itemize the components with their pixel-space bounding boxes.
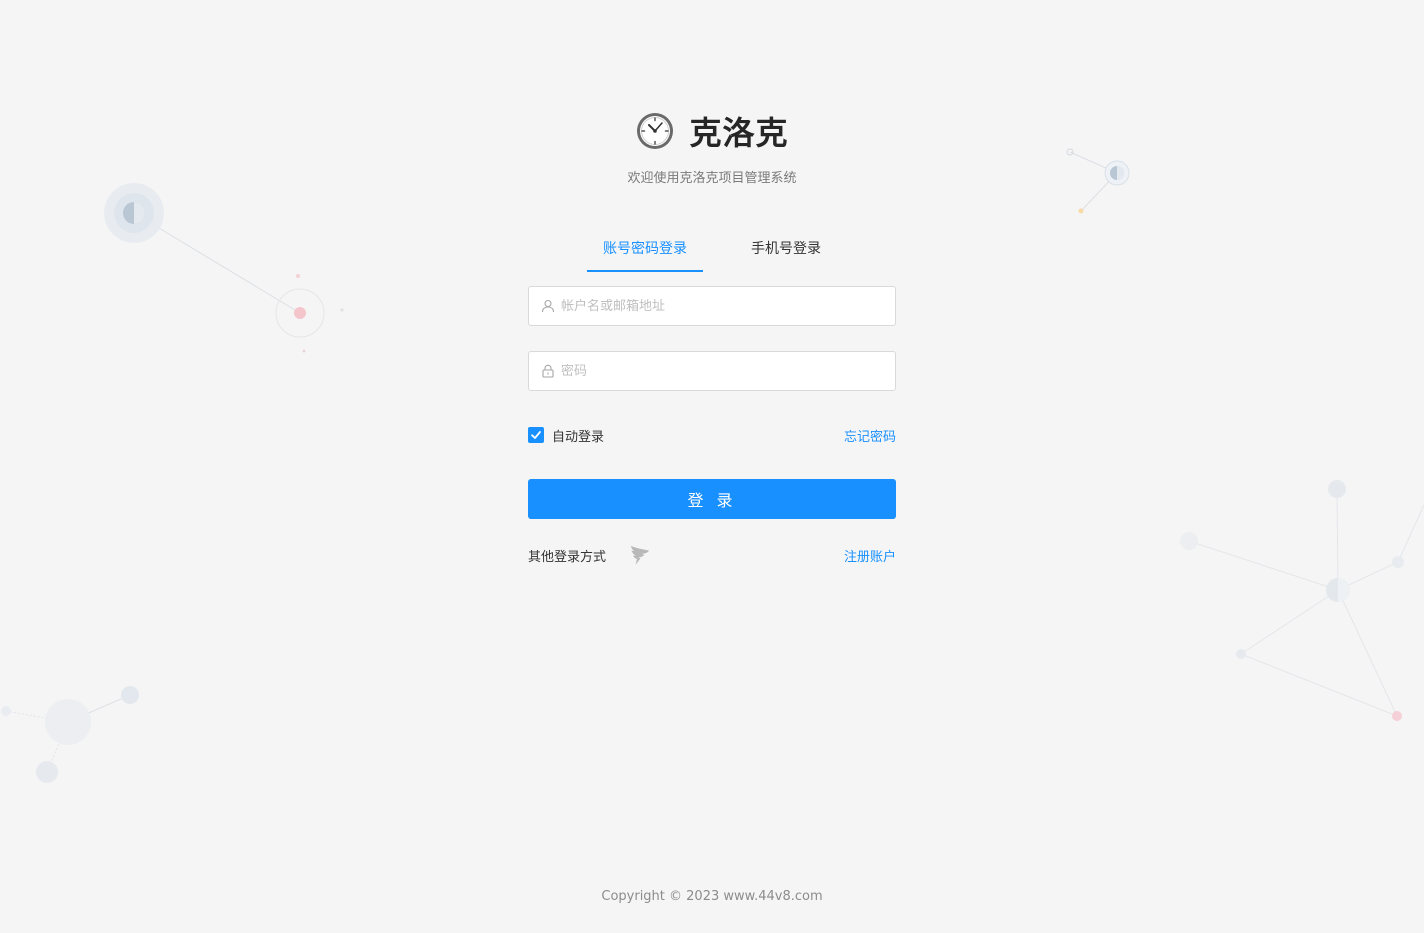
- login-page: 克洛克 欢迎使用克洛克项目管理系统 账号密码登录 手机号登录 帐户名或邮箱地址 …: [0, 0, 1424, 933]
- password-input[interactable]: [561, 363, 881, 379]
- user-icon: [541, 299, 555, 313]
- login-button[interactable]: 登 录: [528, 479, 896, 519]
- login-tabs: 账号密码登录 手机号登录: [528, 228, 896, 272]
- other-login-label: 其他登录方式: [528, 550, 607, 565]
- app-title: 克洛克: [689, 114, 789, 152]
- tab-account-password[interactable]: 账号密码登录: [587, 228, 703, 272]
- auto-login-checkbox[interactable]: [528, 427, 544, 443]
- other-login-row: 其他登录方式 注册账户: [528, 543, 896, 567]
- login-options-row: 自动登录 忘记密码: [528, 425, 896, 445]
- register-link[interactable]: 注册账户: [844, 546, 896, 565]
- auto-login-label[interactable]: 自动登录: [552, 426, 604, 445]
- forgot-password-link[interactable]: 忘记密码: [844, 426, 896, 445]
- tab-phone-login[interactable]: 手机号登录: [742, 228, 830, 270]
- app-subtitle: 欢迎使用克洛克项目管理系统: [627, 171, 797, 186]
- clock-icon: [635, 111, 675, 151]
- dingtalk-icon[interactable]: [629, 543, 651, 567]
- brand-header: 克洛克: [0, 108, 1424, 154]
- lock-icon: [541, 364, 555, 378]
- password-field[interactable]: [528, 351, 896, 391]
- username-field[interactable]: [528, 286, 896, 326]
- footer-copyright: Copyright © 2023 www.44v8.com: [601, 889, 823, 904]
- username-input[interactable]: [561, 298, 881, 314]
